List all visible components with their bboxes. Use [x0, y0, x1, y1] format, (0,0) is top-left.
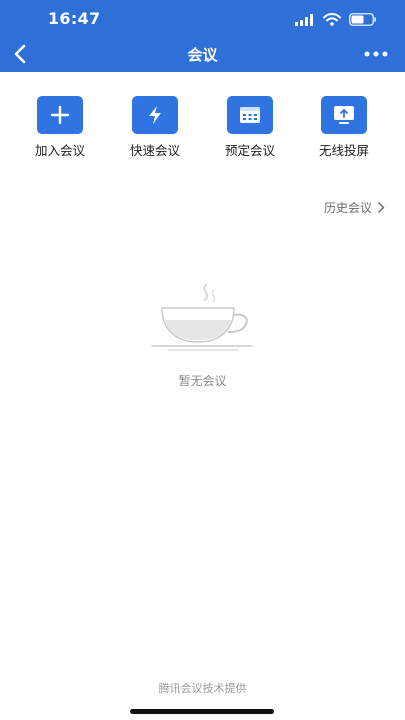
battery-icon: [349, 11, 377, 30]
join-meeting-button[interactable]: 加入会议: [20, 96, 100, 159]
empty-state-text: 暂无会议: [178, 374, 227, 388]
status-bar: 16:47: [0, 0, 405, 36]
schedule-meeting-button[interactable]: 预定会议: [210, 96, 290, 159]
status-icons: [295, 12, 377, 28]
action-row: 加入会议 快速会议 预定会议 无线投屏: [0, 96, 405, 166]
screen-cast-icon: [321, 96, 367, 134]
plus-icon: [37, 96, 83, 134]
calendar-icon: [227, 96, 273, 134]
chevron-right-icon: [378, 202, 385, 213]
join-meeting-label: 加入会议: [34, 143, 85, 158]
screen-cast-button[interactable]: 无线投屏: [304, 96, 384, 159]
signal-icon: [295, 11, 315, 30]
history-meetings-link[interactable]: 历史会议: [324, 199, 385, 216]
footer-provider-text: 腾讯会议技术提供: [158, 682, 247, 695]
history-meetings-label: 历史会议: [323, 201, 372, 215]
coffee-cup-icon: [148, 282, 258, 354]
more-button[interactable]: [361, 42, 391, 66]
nav-bar: 会议: [0, 36, 405, 72]
page-title: 会议: [187, 46, 218, 64]
home-indicator: [130, 709, 274, 714]
quick-meeting-button[interactable]: 快速会议: [115, 96, 195, 159]
schedule-meeting-label: 预定会议: [224, 143, 275, 158]
status-time: 16:47: [48, 9, 101, 28]
app-header: 16:47 会议: [0, 0, 405, 72]
quick-meeting-label: 快速会议: [129, 143, 180, 158]
wifi-icon: [323, 11, 341, 30]
lightning-icon: [132, 96, 178, 134]
more-dots-icon: [364, 51, 388, 57]
screen-cast-label: 无线投屏: [318, 143, 369, 158]
